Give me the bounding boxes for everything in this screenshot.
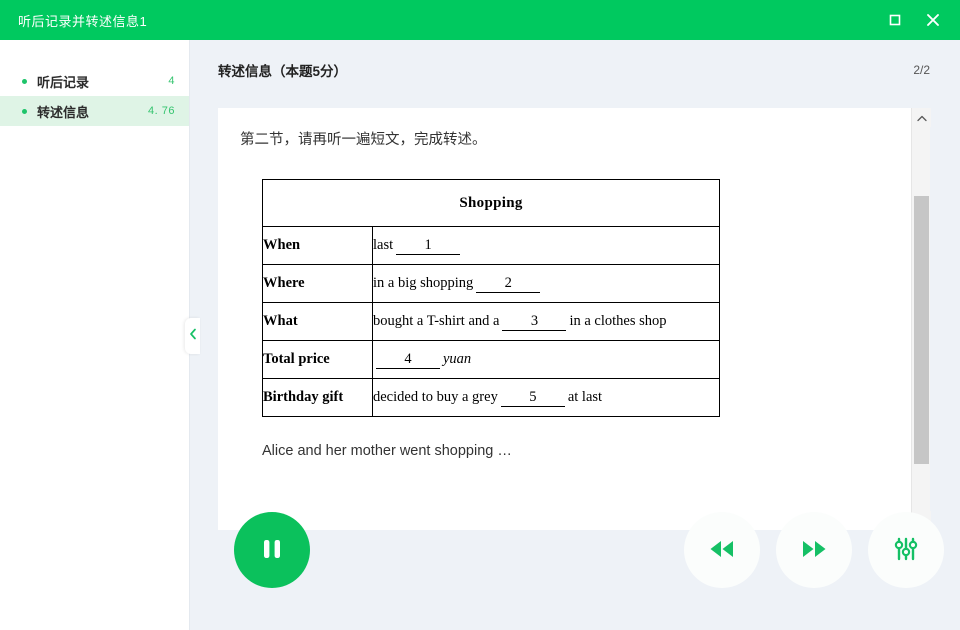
close-icon [925, 12, 941, 28]
value-prefix: decided to buy a grey [373, 388, 498, 405]
table-key: When [262, 226, 373, 265]
fast-forward-button[interactable] [776, 512, 852, 588]
maximize-button[interactable] [878, 3, 912, 37]
sidebar-collapse-handle[interactable] [185, 318, 200, 354]
table-key: Total price [262, 340, 373, 379]
question-card: 第二节，请再听一遍短文，完成转述。 Shopping When last 1 Wh… [218, 108, 931, 530]
chevron-up-icon [916, 109, 927, 127]
main-panel: 转述信息（本题5分） 2/2 第二节，请再听一遍短文，完成转述。 Shoppin… [190, 40, 960, 630]
page-indicator: 2/2 [913, 63, 930, 77]
equalizer-sliders-icon [892, 535, 920, 566]
answer-blank-5[interactable]: 5 [500, 389, 565, 407]
audio-settings-button[interactable] [868, 512, 944, 588]
table-value: last 1 [372, 226, 720, 265]
rewind-button[interactable] [684, 512, 760, 588]
closing-text: Alice and her mother went shopping … [262, 443, 512, 459]
window-controls [878, 0, 960, 40]
scroll-up-button[interactable] [912, 108, 931, 127]
playback-controls [684, 512, 944, 588]
pause-icon [259, 535, 285, 566]
table-value: in a big shopping 2 [372, 264, 720, 303]
table-value: 4 yuan [372, 340, 720, 379]
sidebar-item-score: 4 [168, 75, 175, 87]
value-suffix: in a clothes shop [569, 312, 667, 329]
page-title: 转述信息（本题5分） [218, 64, 348, 79]
maximize-icon [888, 13, 902, 27]
title-bar: 听后记录并转述信息1 [0, 0, 960, 40]
table-value: bought a T-shirt and a 3 in a clothes shop [372, 302, 720, 341]
question-content: 第二节，请再听一遍短文，完成转述。 Shopping When last 1 Wh… [218, 108, 911, 530]
value-suffix: at last [567, 388, 603, 405]
answer-blank-3[interactable]: 3 [502, 313, 567, 331]
instruction-text: 第二节，请再听一遍短文，完成转述。 [240, 132, 487, 148]
sidebar-item-label: 转述信息 [37, 104, 90, 120]
chevron-left-icon [189, 327, 197, 345]
answer-blank-1[interactable]: 1 [396, 237, 461, 255]
window-title: 听后记录并转述信息1 [18, 13, 148, 29]
table-key: Where [262, 264, 373, 303]
value-prefix: in a big shopping [373, 274, 474, 291]
content-scrollbar[interactable] [911, 108, 931, 530]
sidebar-item-listening-record[interactable]: 听后记录 4 [0, 66, 189, 96]
pause-button[interactable] [234, 512, 310, 588]
table-row-header: Shopping [262, 179, 720, 227]
bullet-dot-icon [22, 108, 27, 114]
table-row: Birthday gift decided to buy a grey 5 at l… [262, 378, 720, 417]
table-row: Where in a big shopping 2 [262, 264, 720, 303]
bullet-dot-icon [22, 78, 27, 84]
table-heading: Shopping [262, 179, 720, 227]
app-window: 听后记录并转述信息1 听后记录 4 转述信息 4. 76 转述信息（本题5分） … [0, 0, 960, 630]
table-row: Total price 4 yuan [262, 340, 720, 379]
table-row: What bought a T-shirt and a 3 in a clothes… [262, 302, 720, 341]
fast-forward-icon [799, 537, 829, 564]
table-key: What [262, 302, 373, 341]
answer-blank-4[interactable]: 4 [376, 351, 440, 369]
rewind-icon [707, 537, 737, 564]
sidebar: 听后记录 4 转述信息 4. 76 [0, 40, 190, 630]
close-button[interactable] [916, 3, 950, 37]
sidebar-item-label: 听后记录 [37, 74, 90, 90]
answer-blank-2[interactable]: 2 [476, 275, 541, 293]
scrollbar-thumb[interactable] [914, 196, 929, 464]
sidebar-item-score: 4. 76 [148, 105, 175, 117]
value-prefix: last [373, 236, 394, 253]
shopping-table: Shopping When last 1 Where in a big shopp… [262, 179, 720, 417]
main-header: 转述信息（本题5分） 2/2 [190, 40, 960, 80]
sidebar-item-retell-info[interactable]: 转述信息 4. 76 [0, 96, 189, 126]
table-value: decided to buy a grey 5 at last [372, 378, 720, 417]
value-suffix: yuan [443, 350, 472, 367]
value-prefix: bought a T-shirt and a [373, 312, 500, 329]
table-key: Birthday gift [262, 378, 373, 417]
table-row: When last 1 [262, 226, 720, 265]
